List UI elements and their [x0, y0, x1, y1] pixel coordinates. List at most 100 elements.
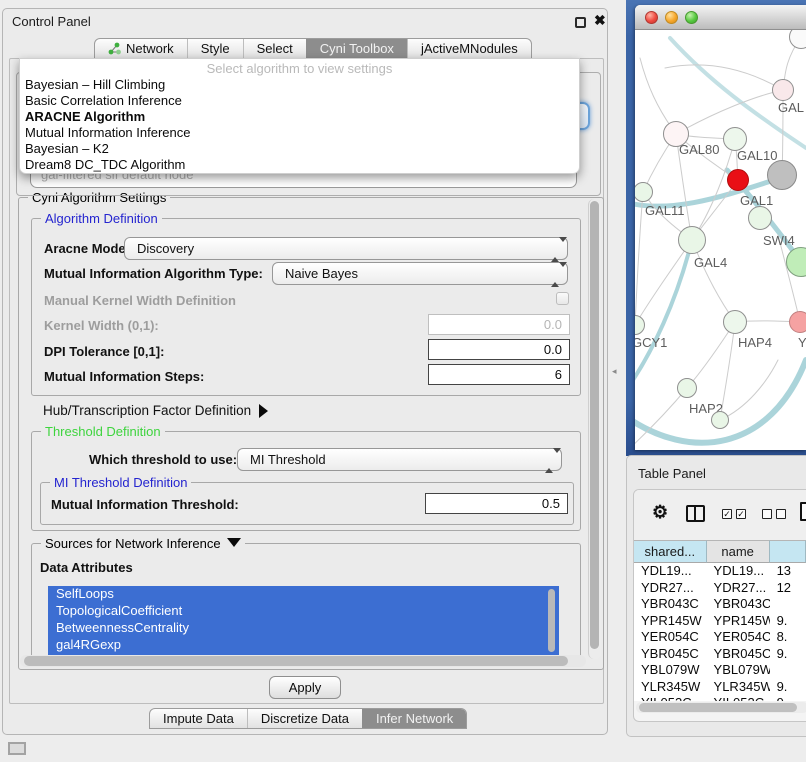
table-cell: YBR045C	[634, 646, 707, 663]
table-cell: YBR043C	[634, 596, 707, 613]
network-node-gal[interactable]	[772, 79, 794, 101]
mi-steps-label: Mutual Information Steps:	[44, 369, 204, 384]
table-row[interactable]: YDR27...YDR27...12	[634, 580, 806, 597]
table-settings-gear-icon[interactable]: ⚙	[652, 502, 668, 523]
table-cell: YIL052C	[707, 695, 770, 701]
attributes-list-scrollbar[interactable]	[547, 588, 556, 655]
table-cell	[770, 662, 806, 679]
tab-select[interactable]: Select	[243, 39, 306, 58]
control-panel-title: Control Panel	[12, 14, 91, 29]
attribute-list-item[interactable]: TopologicalCoefficient	[48, 603, 559, 620]
data-attributes-list[interactable]: SelfLoopsTopologicalCoefficientBetweenne…	[48, 586, 559, 657]
tab-jactivemnodules[interactable]: jActiveMNodules	[407, 39, 531, 58]
tab-cyni-toolbox[interactable]: Cyni Toolbox	[306, 39, 407, 58]
table-cell: 9.	[770, 646, 806, 663]
tab-discretize-data[interactable]: Discretize Data	[247, 709, 362, 728]
select-all-checkbox-icon[interactable]: ✓	[736, 509, 746, 519]
network-node[interactable]	[767, 160, 797, 190]
splitter-arrow-icon[interactable]: ◂	[612, 366, 617, 377]
node-label: SWI4	[763, 233, 795, 248]
deselect-all-checkbox-icon[interactable]	[762, 509, 772, 519]
tab-network[interactable]: Network	[95, 39, 187, 58]
table-cell: YDR27...	[707, 580, 770, 597]
algorithm-option[interactable]: Bayesian – Hill Climbing	[20, 77, 579, 93]
algorithm-option[interactable]: ARACNE Algorithm	[20, 109, 579, 125]
deselect-all-checkbox-icon[interactable]	[776, 509, 786, 519]
table-row[interactable]: YIL052CYIL052C9	[634, 695, 806, 701]
network-node-hap2[interactable]	[677, 378, 697, 398]
hub-definition-toggle[interactable]: Hub/Transcription Factor Definition	[43, 403, 268, 418]
aracne-mode-label: Aracne Mode:	[44, 241, 130, 256]
table-horizontal-scrollbar[interactable]	[636, 702, 806, 713]
table-cell: YPR145W	[634, 613, 707, 630]
mi-threshold-group: MI Threshold Definition Mutual Informati…	[40, 482, 574, 525]
control-panel-bottom-tabs: Impute DataDiscretize DataInfer Network	[149, 708, 467, 729]
network-node-hap4[interactable]	[723, 310, 747, 334]
network-node[interactable]	[711, 411, 729, 429]
algorithm-option[interactable]: Mutual Information Inference	[20, 125, 579, 141]
kernel-width-field[interactable]: 0.0	[428, 314, 570, 335]
network-window-titlebar[interactable]	[635, 5, 806, 30]
tab-infer-network[interactable]: Infer Network	[362, 709, 466, 728]
settings-horizontal-scrollbar[interactable]	[20, 655, 586, 667]
kernel-width-label: Kernel Width (0,1):	[44, 318, 159, 333]
column-visibility-icon[interactable]	[686, 505, 705, 522]
tab-label: jActiveMNodules	[421, 41, 518, 56]
dpi-tolerance-field[interactable]: 0.0	[428, 339, 570, 360]
which-threshold-label: Which threshold to use:	[89, 452, 237, 467]
table-panel-body: ⚙ ✓ ✓ shared...name YDL19...YDL19...13YD…	[633, 489, 806, 722]
which-threshold-combo[interactable]: MI Threshold	[237, 448, 562, 471]
table-row[interactable]: YBL079WYBL079W	[634, 662, 806, 679]
network-node-y[interactable]	[789, 311, 806, 333]
manual-kernel-checkbox[interactable]	[556, 292, 569, 305]
table-cell: 9.	[770, 613, 806, 630]
zoom-window-icon[interactable]	[685, 11, 698, 24]
column-header[interactable]	[770, 540, 806, 563]
expanded-arrow-icon	[227, 538, 241, 547]
panel-grip-icon[interactable]	[8, 742, 26, 755]
network-node-swi4[interactable]	[748, 206, 772, 230]
aracne-mode-combo[interactable]: Discovery	[124, 237, 568, 260]
apply-button[interactable]: Apply	[269, 676, 341, 699]
data-attributes-label: Data Attributes	[40, 560, 133, 575]
attribute-list-item[interactable]: SelfLoops	[48, 586, 559, 603]
table-row[interactable]: YDL19...YDL19...13	[634, 563, 806, 580]
network-canvas[interactable]: GALGAL80GAL10GAL1GAL11SWI4GAL4GCY1HAP4YH…	[635, 30, 806, 450]
mi-steps-field[interactable]: 6	[428, 364, 570, 385]
sources-group-title[interactable]: Sources for Network Inference	[41, 536, 245, 551]
close-panel-icon[interactable]: ✖	[594, 12, 606, 29]
algorithm-option[interactable]: Bayesian – K2	[20, 141, 579, 157]
table-cell: YIL052C	[634, 695, 707, 701]
column-header[interactable]: name	[707, 540, 770, 563]
float-panel-icon[interactable]	[575, 17, 586, 28]
close-window-icon[interactable]	[645, 11, 658, 24]
node-label: GAL11	[645, 203, 685, 218]
minimize-window-icon[interactable]	[665, 11, 678, 24]
column-header[interactable]: shared...	[634, 540, 707, 563]
attribute-list-item[interactable]: gal4RGexp	[48, 637, 559, 654]
table-row[interactable]: YBR045CYBR045C9.	[634, 646, 806, 663]
mi-threshold-field[interactable]: 0.5	[425, 493, 568, 514]
mi-type-combo[interactable]: Naive Bayes	[272, 262, 568, 285]
select-all-checkbox-icon[interactable]: ✓	[722, 509, 732, 519]
settings-vertical-scrollbar[interactable]	[588, 199, 601, 659]
algorithm-option[interactable]: Basic Correlation Inference	[20, 93, 579, 109]
table-row[interactable]: YLR345WYLR345W9.	[634, 679, 806, 696]
network-view-window: GALGAL80GAL10GAL1GAL11SWI4GAL4GCY1HAP4YH…	[635, 5, 806, 450]
network-node-gal1[interactable]	[727, 169, 749, 191]
network-node-gal4[interactable]	[678, 226, 706, 254]
export-table-icon[interactable]	[800, 502, 806, 521]
algorithm-definition-title: Algorithm Definition	[41, 211, 162, 226]
node-label: GAL10	[737, 148, 777, 163]
threshold-definition-group: Threshold Definition Which threshold to …	[31, 431, 581, 531]
table-cell: YBL079W	[634, 662, 707, 679]
attribute-list-item[interactable]: BetweennessCentrality	[48, 620, 559, 637]
node-label: Y	[798, 335, 806, 350]
algorithm-option[interactable]: Dream8 DC_TDC Algorithm	[20, 157, 579, 173]
tab-impute-data[interactable]: Impute Data	[150, 709, 247, 728]
table-row[interactable]: YBR043CYBR043C	[634, 596, 806, 613]
table-row[interactable]: YPR145WYPR145W9.	[634, 613, 806, 630]
table-panel: Table Panel ⚙ ✓ ✓ shared...name YDL19...…	[626, 455, 806, 737]
tab-style[interactable]: Style	[187, 39, 243, 58]
table-row[interactable]: YER054CYER054C8.	[634, 629, 806, 646]
